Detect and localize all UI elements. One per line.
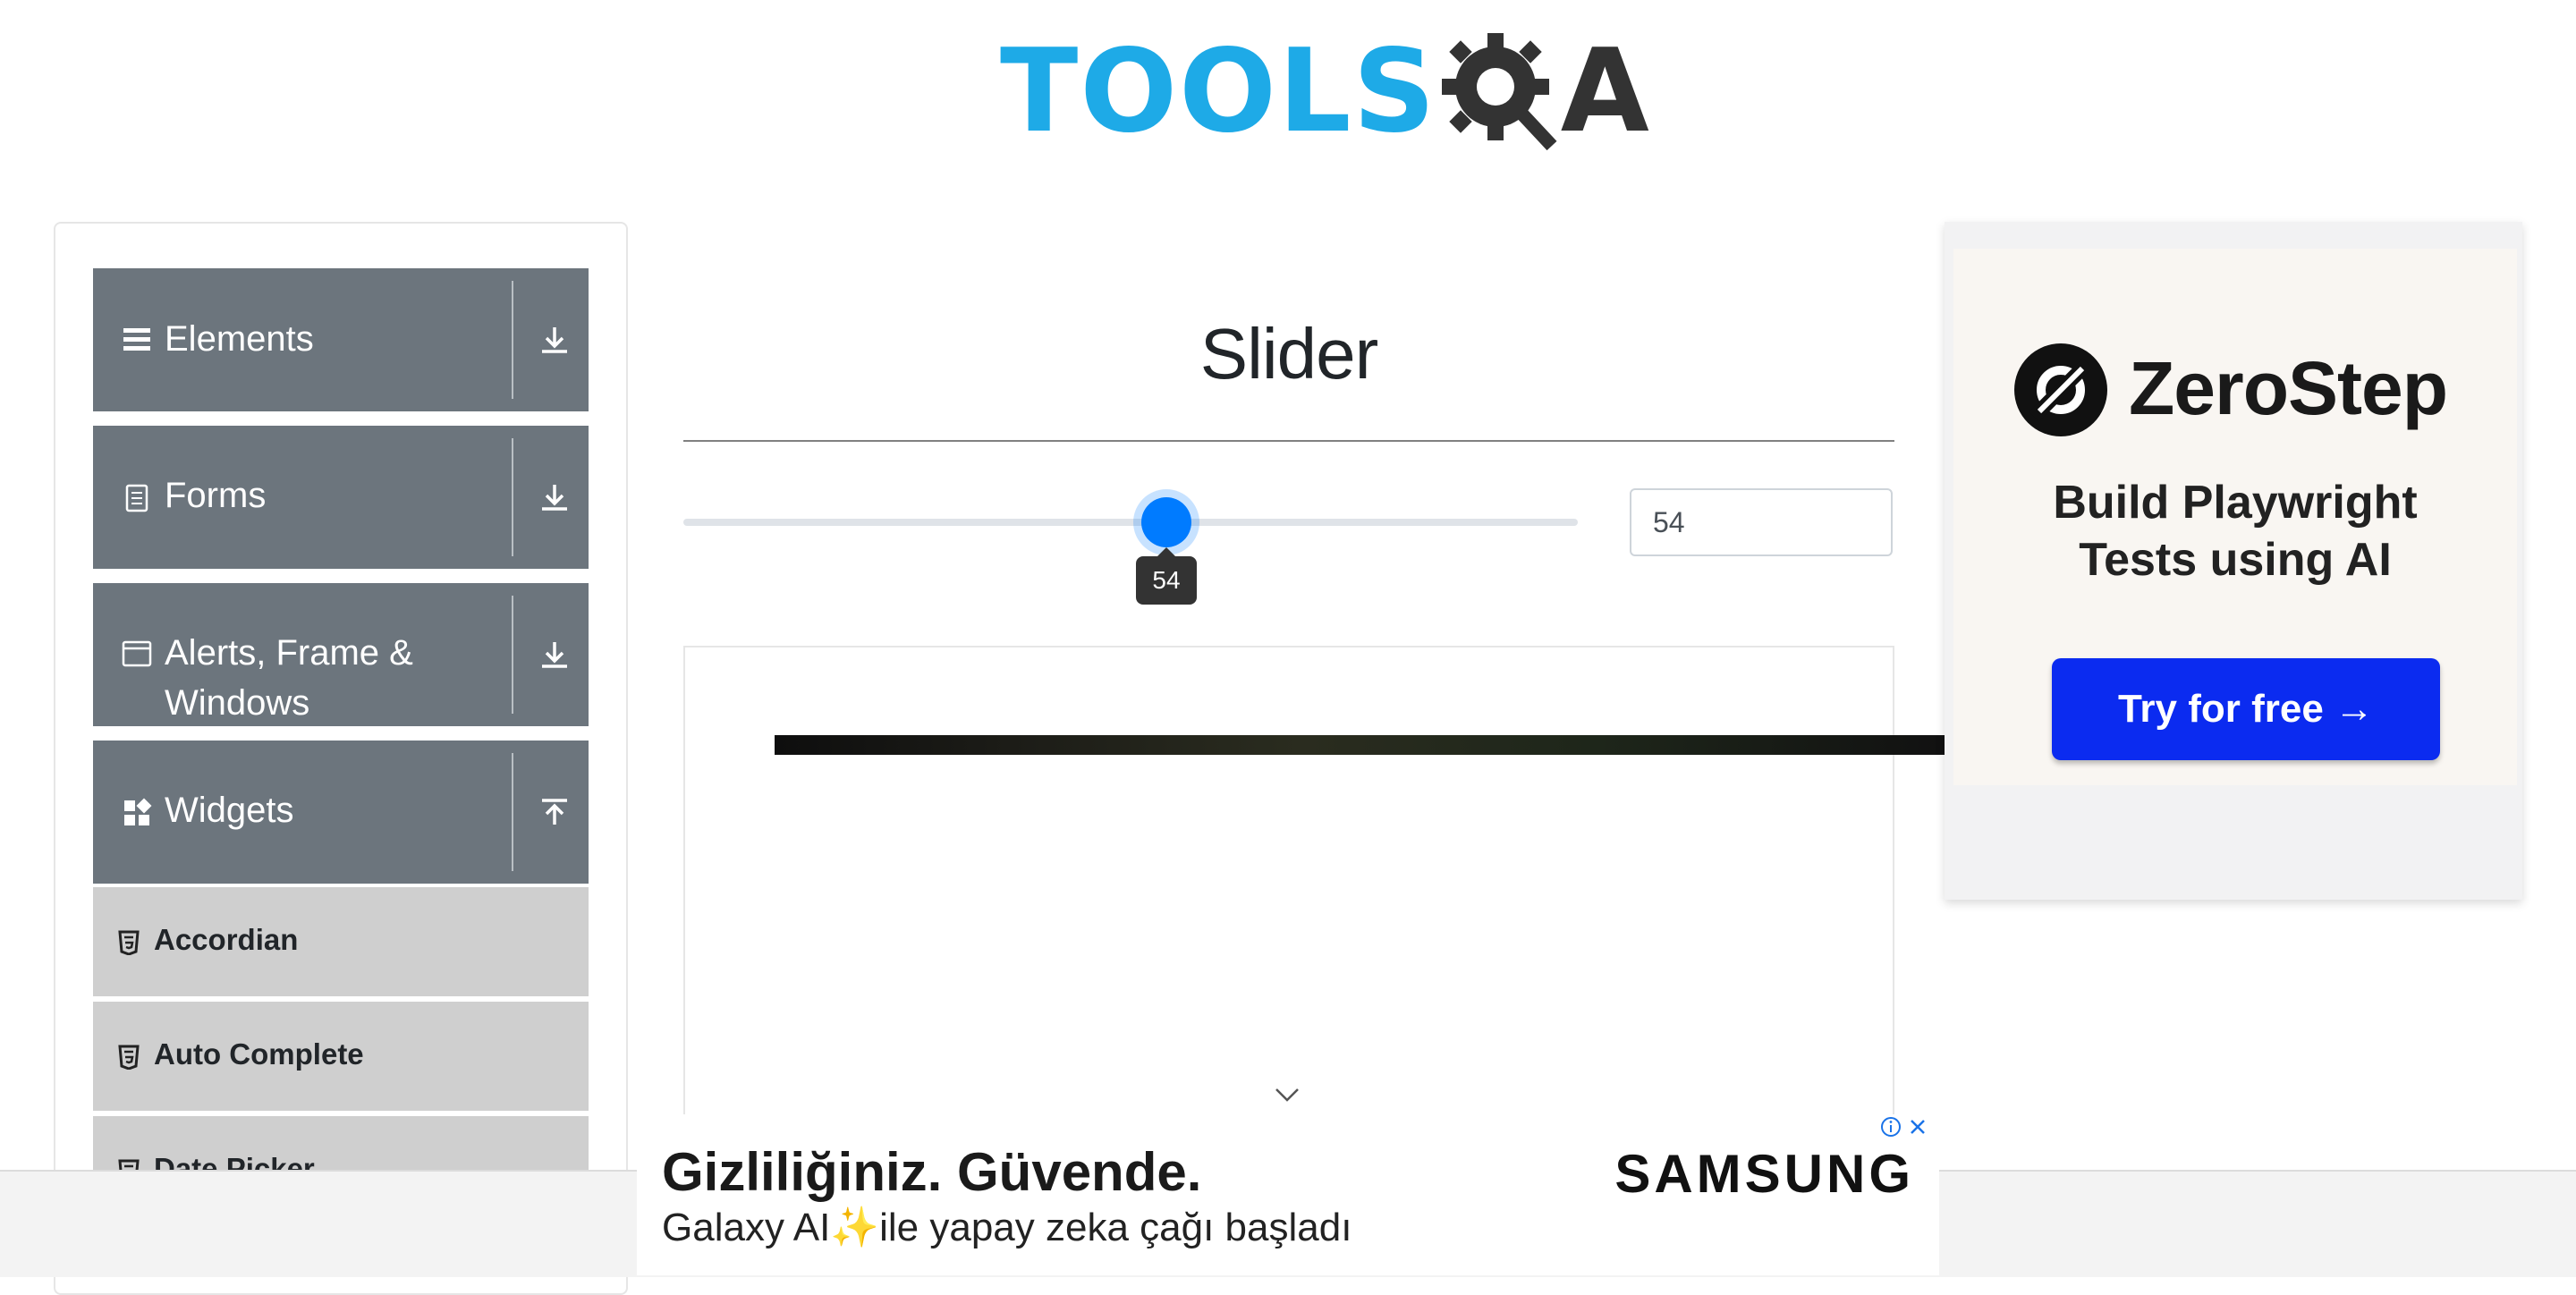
left-sidebar: Elements Forms Alerts, Frame & Windows W…: [54, 222, 628, 1295]
download-arrow-icon[interactable]: [537, 322, 572, 358]
divider: [512, 281, 513, 399]
info-icon[interactable]: [1880, 1116, 1902, 1138]
html5-icon: [118, 930, 140, 955]
slider-value-tooltip: 54: [1136, 547, 1197, 605]
ad-subline-after: ile yapay zeka çağı başladı: [879, 1206, 1352, 1249]
title-divider: [683, 440, 1894, 442]
ad-subline: Galaxy AI✨ile yapay zeka çağı başladı: [662, 1204, 1352, 1250]
ad-brand-samsung: SAMSUNG: [1614, 1144, 1914, 1204]
zerostep-ad[interactable]: ZeroStep Build Playwright Tests using AI…: [1945, 222, 2522, 900]
menu-lines-icon: [123, 328, 150, 351]
sidebar-group-label: Forms: [165, 476, 267, 515]
divider: [512, 438, 513, 556]
try-for-free-button[interactable]: Try for free →: [2052, 658, 2440, 760]
samsung-ad-banner[interactable]: Gizliliğiniz. Güvende. Galaxy AI✨ile yap…: [637, 1114, 1939, 1275]
toolsqa-logo[interactable]: TOOLS A: [1000, 25, 1651, 159]
ad-subline-before: Galaxy AI: [662, 1206, 831, 1249]
widgets-icon: [124, 798, 152, 825]
html5-icon: [118, 1045, 140, 1070]
sidebar-group-widgets[interactable]: Widgets: [93, 741, 589, 884]
ad-card: ZeroStep Build Playwright Tests using AI…: [1953, 249, 2517, 785]
sidebar-group-label-line2: Windows: [165, 683, 310, 723]
divider: [512, 596, 513, 714]
sidebar-group-label: Alerts, Frame &: [165, 633, 413, 673]
window-icon: [122, 640, 152, 667]
sidebar-item-label: Auto Complete: [154, 1037, 364, 1071]
ad-brand: ZeroStep: [2129, 346, 2448, 430]
page-title: Slider: [1199, 314, 1379, 394]
ad-tagline: Build Playwright Tests using AI: [1953, 474, 2517, 588]
download-arrow-icon[interactable]: [537, 479, 572, 515]
sidebar-group-label: Elements: [165, 319, 314, 359]
close-icon[interactable]: [1907, 1116, 1928, 1138]
form-icon: [125, 484, 148, 512]
embedded-media-strip: [775, 735, 1946, 755]
sidebar-group-label: Widgets: [165, 791, 294, 830]
upload-arrow-icon[interactable]: [537, 794, 572, 830]
logo-text-tools: TOOLS: [1000, 25, 1437, 158]
divider: [512, 753, 513, 871]
slider-thumb[interactable]: [1141, 497, 1191, 547]
chevron-down-icon[interactable]: [1274, 1086, 1301, 1104]
logo-text-a: A: [1560, 25, 1651, 158]
zerostep-logo-icon: [2014, 343, 2107, 436]
download-arrow-icon[interactable]: [537, 637, 572, 673]
gear-magnifier-icon: [1441, 33, 1557, 151]
ad-headline: Gizliliğiniz. Güvende.: [662, 1142, 1202, 1202]
slider-value-field[interactable]: 54: [1630, 488, 1893, 556]
sidebar-group-forms[interactable]: Forms: [93, 426, 589, 569]
slider-track[interactable]: [683, 519, 1578, 526]
ad-tagline-line2: Tests using AI: [2079, 534, 2392, 586]
ad-tagline-line1: Build Playwright: [2053, 477, 2418, 529]
sidebar-group-alerts-frame-windows[interactable]: Alerts, Frame & Windows: [93, 583, 589, 726]
sidebar-item-label: Accordian: [154, 923, 299, 956]
sparkle-icon: ✨: [830, 1206, 880, 1249]
sidebar-group-elements[interactable]: Elements: [93, 268, 589, 411]
sidebar-item-auto-complete[interactable]: Auto Complete: [93, 1000, 589, 1111]
sidebar-item-accordian[interactable]: Accordian: [93, 885, 589, 996]
